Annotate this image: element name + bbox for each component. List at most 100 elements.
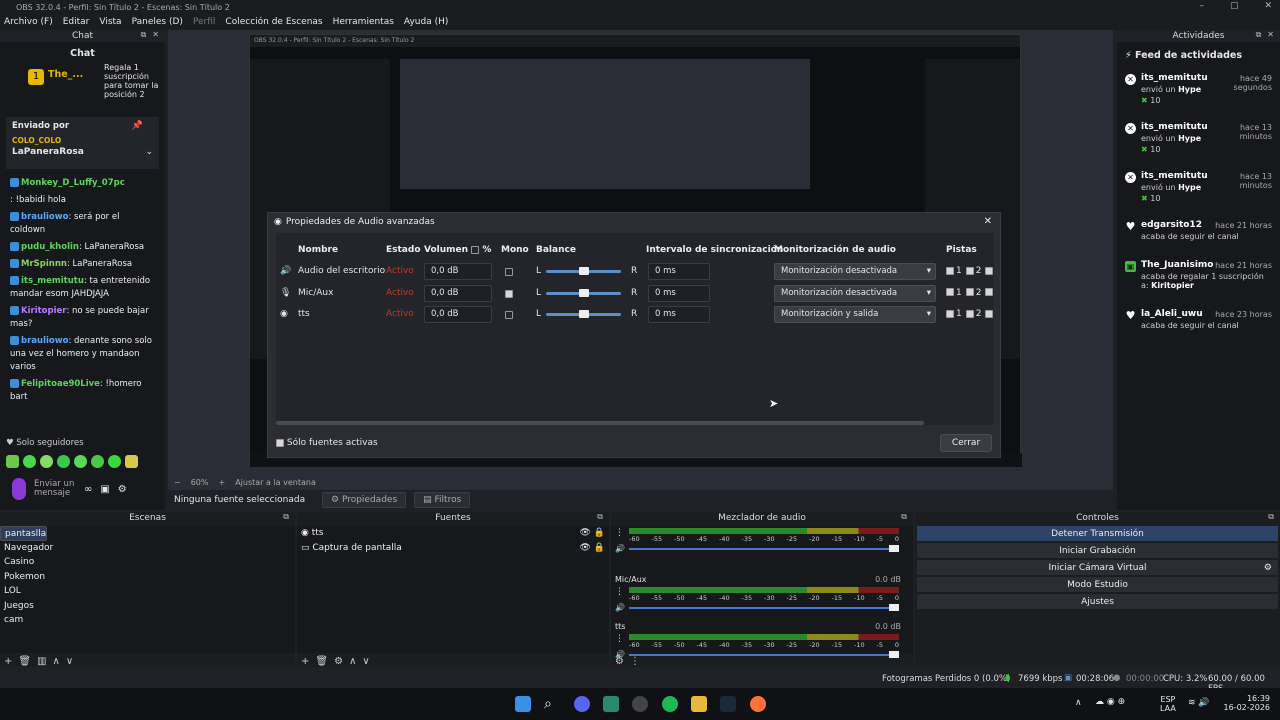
visibility-icon[interactable]: 👁 🔒	[580, 541, 606, 556]
volume-input[interactable]: 0,0 dB	[424, 263, 492, 280]
start-recording-button[interactable]: Iniciar Grabación	[917, 543, 1278, 558]
menu-ayuda[interactable]: Ayuda (H)	[404, 17, 448, 27]
chat-input[interactable]: Enviar un mensaje	[34, 480, 76, 498]
volume-slider[interactable]	[629, 604, 899, 611]
undock-icon[interactable]: ⧉	[283, 512, 289, 522]
track-checkbox[interactable]	[985, 288, 994, 296]
close-dialog-button[interactable]: Cerrar	[940, 434, 992, 452]
emote-icon[interactable]	[108, 455, 121, 468]
volume-percent-checkbox[interactable]	[471, 245, 480, 254]
remove-icon[interactable]: 🗑	[18, 656, 31, 667]
add-icon[interactable]: +	[4, 656, 12, 667]
track-checkbox[interactable]	[965, 266, 974, 275]
volume-slider[interactable]	[629, 545, 899, 552]
menu-editar[interactable]: Editar	[63, 17, 90, 27]
chat-username[interactable]: its_memitutu	[21, 276, 84, 286]
emote-icon[interactable]	[40, 455, 53, 468]
stop-stream-button[interactable]: Detener Transmisión	[917, 526, 1278, 541]
sync-offset-input[interactable]: 0 ms	[648, 284, 710, 302]
undock-icon[interactable]: ⧉	[1268, 512, 1274, 522]
scene-item[interactable]: pantaslla	[0, 526, 48, 541]
minimize-button[interactable]: –	[1199, 1, 1204, 11]
volume-slider[interactable]	[629, 651, 899, 658]
close-dock-icon[interactable]: ✕	[152, 30, 159, 40]
emote-icon[interactable]	[6, 455, 19, 468]
chat-username[interactable]: MrSpinnn	[21, 259, 67, 269]
balance-knob[interactable]	[579, 288, 589, 297]
settings-icon[interactable]: ⚙	[118, 484, 127, 495]
emote-icon[interactable]	[74, 455, 87, 468]
chevron-down-icon[interactable]: ⌄	[145, 147, 153, 157]
scene-item[interactable]: Juegos	[0, 599, 295, 614]
undock-icon[interactable]: ⧉	[141, 30, 147, 40]
bits-icon[interactable]: ∞	[84, 484, 92, 495]
scene-item[interactable]: Casino	[0, 555, 295, 570]
source-capture[interactable]: ▭ Captura de pantalla 👁 🔒	[297, 541, 609, 556]
menu-paneles[interactable]: Paneles (D)	[132, 17, 183, 27]
mono-checkbox[interactable]	[505, 311, 513, 319]
scene-item[interactable]: Pokemon	[0, 570, 295, 585]
visibility-icon[interactable]: 👁 🔒	[580, 526, 606, 541]
monitoring-select[interactable]: Monitorización y salida ▾	[774, 306, 936, 323]
up-icon[interactable]: ∧	[53, 656, 60, 667]
menu-archivo[interactable]: Archivo (F)	[4, 17, 53, 27]
chat-username[interactable]: brauliowo	[21, 212, 68, 222]
balance-slider[interactable]	[546, 310, 621, 318]
down-icon[interactable]: ∨	[66, 656, 73, 667]
remove-icon[interactable]: 🗑	[315, 656, 328, 667]
zoom-out-button[interactable]: −	[174, 478, 181, 487]
tray-chevron-icon[interactable]: ∧	[1075, 698, 1082, 708]
balance-knob[interactable]	[579, 310, 589, 318]
virtual-cam-button[interactable]: Iniciar Cámara Virtual ⚙	[917, 560, 1278, 575]
fit-to-window[interactable]: Ajustar a la ventana	[235, 478, 316, 487]
active-only-checkbox[interactable]: Sólo fuentes activas	[276, 438, 378, 448]
undock-icon[interactable]: ⧉	[901, 512, 907, 522]
pin-icon[interactable]: 📌	[132, 121, 143, 131]
undock-icon[interactable]: ⧉	[597, 512, 603, 522]
speaker-icon[interactable]: 🔊	[615, 603, 625, 612]
gift-icon[interactable]: ▣	[100, 484, 109, 495]
wifi-volume-icons[interactable]: ≋ 🔊	[1188, 698, 1210, 708]
monitoring-select[interactable]: Monitorización desactivada ▾	[774, 284, 936, 302]
close-dock-icon[interactable]: ✕	[1267, 30, 1274, 40]
gear-icon[interactable]: ⚙	[1264, 563, 1272, 573]
zoom-in-button[interactable]: +	[218, 478, 225, 487]
chat-username[interactable]: Monkey_D_Luffy_07pc	[21, 178, 125, 188]
balance-slider[interactable]	[546, 288, 621, 297]
mono-checkbox[interactable]	[505, 268, 513, 276]
volume-input[interactable]: 0,0 dB	[424, 306, 492, 323]
studio-mode-button[interactable]: Modo Estudio	[917, 577, 1278, 592]
undock-icon[interactable]: ⧉	[1256, 30, 1262, 40]
mic-icon[interactable]	[12, 478, 26, 500]
chat-username[interactable]: brauliowo	[21, 336, 68, 346]
maximize-button[interactable]: ▢	[1230, 1, 1239, 11]
track-checkbox[interactable]	[946, 266, 954, 275]
volume-knob[interactable]	[889, 604, 899, 611]
chat-username[interactable]: Felipitoae90Live	[21, 379, 100, 389]
language-indicator[interactable]: ESP LAA	[1160, 695, 1176, 713]
balance-slider[interactable]	[546, 267, 621, 275]
volume-knob[interactable]	[889, 651, 899, 658]
balance-knob[interactable]	[579, 267, 589, 275]
folder-icon[interactable]	[691, 696, 707, 712]
filter-icon[interactable]: ▥	[37, 656, 46, 667]
menu-coleccion[interactable]: Colección de Escenas	[225, 17, 322, 27]
windows-start-icon[interactable]	[515, 696, 531, 712]
track-checkbox[interactable]	[946, 309, 954, 318]
filters-button[interactable]: ▤ Filtros	[414, 492, 471, 508]
down-icon[interactable]: ∨	[362, 656, 369, 667]
discord-icon[interactable]	[574, 696, 590, 712]
more-icon[interactable]: ⋮	[615, 634, 624, 644]
search-icon[interactable]: ⌕	[544, 696, 560, 712]
tray-icons[interactable]: ☁ ◉ ⊕	[1095, 697, 1125, 707]
gear-icon[interactable]: ⚙	[334, 656, 343, 667]
horizontal-scrollbar[interactable]	[276, 421, 924, 425]
track-checkbox[interactable]	[985, 266, 994, 275]
track-checkbox[interactable]	[946, 288, 954, 296]
source-tts[interactable]: ◉ tts 👁 🔒	[297, 526, 609, 541]
emote-icon[interactable]	[91, 455, 104, 468]
scene-item[interactable]: LOL	[0, 584, 295, 599]
up-icon[interactable]: ∧	[349, 656, 356, 667]
mono-checkbox[interactable]	[505, 289, 513, 298]
chat-username[interactable]: Kiritopier	[21, 306, 66, 316]
